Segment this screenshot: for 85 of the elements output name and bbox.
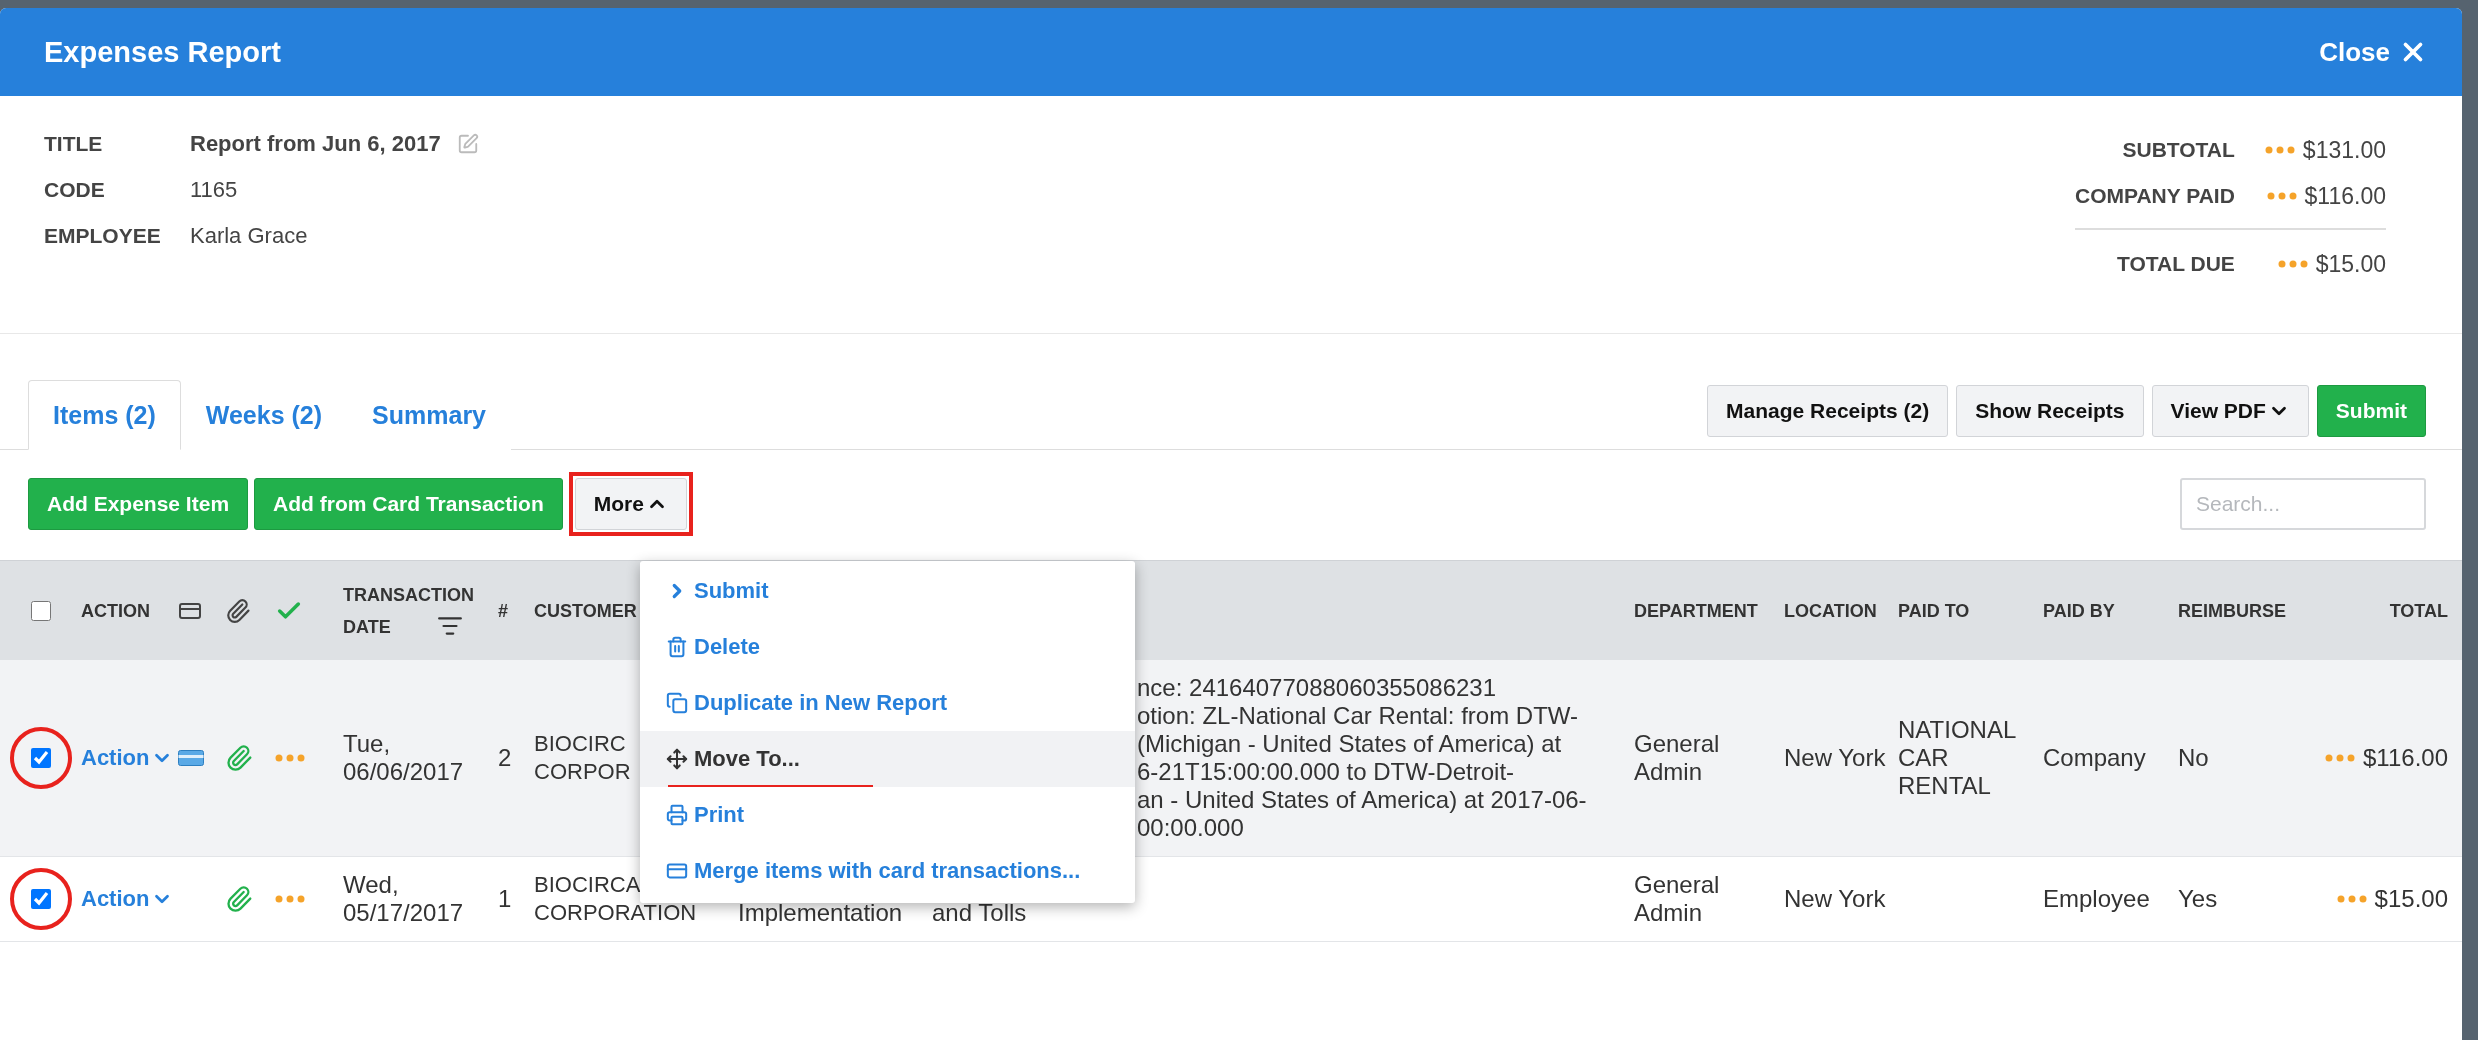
toolbar-button[interactable]: Submit bbox=[2316, 385, 2426, 437]
paperclip-icon bbox=[225, 597, 251, 624]
copy-icon[interactable] bbox=[666, 692, 688, 714]
table-cell: $15.00 bbox=[2374, 885, 2448, 913]
table-cell-text: Wed, 05/17/2017 bbox=[343, 871, 465, 927]
menu-item[interactable]: Submit bbox=[640, 563, 1135, 619]
column-header: # bbox=[498, 599, 509, 623]
printer-icon[interactable] bbox=[666, 804, 688, 826]
menu-item[interactable]: Delete bbox=[640, 619, 1135, 675]
search-field[interactable]: Search... bbox=[2180, 478, 2426, 530]
more-icon[interactable] bbox=[2277, 260, 2308, 268]
column-header: TOTAL bbox=[2388, 599, 2449, 623]
column-header: LOCATION bbox=[1784, 599, 1878, 623]
close-button[interactable]: Close bbox=[2315, 32, 2432, 72]
description-line: 6-21T15:00:00.000 to DTW-Detroit- bbox=[1137, 758, 1515, 786]
more-icon[interactable] bbox=[275, 895, 305, 903]
table-cell: CORPORATION bbox=[534, 899, 697, 927]
table-cell-text: Yes bbox=[2178, 885, 2219, 913]
action-dropdown[interactable]: Action bbox=[81, 745, 174, 771]
description-line: an - United States of America) at 2017-06- bbox=[1137, 786, 1587, 814]
tab[interactable]: Items (2) bbox=[28, 380, 181, 450]
menu-item[interactable]: Duplicate in New Report bbox=[640, 675, 1135, 731]
table-cell: CORPOR bbox=[534, 758, 631, 786]
table-cell-text: NATIONAL CAR RENTAL bbox=[1898, 716, 2017, 800]
toolbar-button[interactable]: View PDF bbox=[2151, 385, 2309, 437]
move-icon[interactable] bbox=[666, 748, 688, 770]
description-line: nce: 24164077088060355086231 bbox=[1137, 674, 1497, 702]
menu-item[interactable]: Print bbox=[640, 787, 1135, 843]
highlight-circle bbox=[9, 727, 72, 789]
table-cell-text: Implementation bbox=[738, 899, 904, 927]
column-header: CUSTOMER bbox=[534, 599, 638, 623]
highlight-circle bbox=[9, 868, 72, 930]
menu-item[interactable]: Move To... bbox=[640, 731, 1135, 787]
more-icon[interactable] bbox=[2264, 146, 2295, 154]
row-checkbox[interactable] bbox=[30, 889, 51, 909]
total-amount: $15.00 bbox=[2315, 250, 2386, 278]
table-cell-text: General Admin bbox=[1634, 730, 1721, 786]
detail-value: Karla Grace bbox=[190, 222, 308, 250]
total-label: SUBTOTAL bbox=[2121, 137, 2235, 163]
column-header[interactable]: TRANSACTION DATE bbox=[343, 578, 483, 643]
toolbar-button[interactable]: Show Receipts bbox=[1956, 385, 2144, 437]
column-header: ACTION bbox=[81, 599, 151, 623]
description-line: 00:00.000 bbox=[1137, 814, 1244, 842]
select-all-checkbox[interactable] bbox=[30, 600, 51, 621]
table-cell-text: Employee bbox=[2043, 885, 2151, 913]
description-line: and Tolls bbox=[932, 899, 1027, 927]
table-cell-text: 1 bbox=[498, 885, 513, 913]
table-cell: BIOCIRC bbox=[534, 730, 626, 758]
toolbar-button[interactable]: Manage Receipts (2) bbox=[1707, 385, 1949, 437]
description-line: (Michigan - United States of America) at bbox=[1137, 730, 1562, 758]
detail-value: Report from Jun 6, 2017 bbox=[190, 130, 441, 158]
table-cell-text: New York bbox=[1784, 885, 1887, 913]
table-cell-text: Company bbox=[2043, 744, 2147, 772]
total-amount: $131.00 bbox=[2302, 136, 2386, 164]
column-header: DEPARTMENT bbox=[1634, 599, 1759, 623]
table-cell: BIOCIRCA bbox=[534, 871, 641, 899]
menu-item[interactable]: Merge items with card transactions... bbox=[640, 843, 1135, 899]
table-cell-text: General Admin bbox=[1634, 871, 1721, 927]
more-icon[interactable] bbox=[2266, 192, 2297, 200]
table-cell-text: New York bbox=[1784, 744, 1887, 772]
action-dropdown[interactable]: Action bbox=[81, 886, 174, 912]
add-button[interactable]: Add from Card Transaction bbox=[254, 478, 563, 530]
column-header: PAID BY bbox=[2043, 599, 2116, 623]
total-amount: $116.00 bbox=[2304, 182, 2386, 210]
detail-label: CODE bbox=[44, 177, 106, 203]
row-checkbox[interactable] bbox=[30, 748, 51, 768]
paperclip-icon[interactable] bbox=[225, 744, 253, 772]
table-cell-text: Tue, 06/06/2017 bbox=[343, 730, 465, 786]
more-button[interactable]: More bbox=[574, 478, 687, 530]
table-cell-text: 2 bbox=[498, 744, 513, 772]
detail-label: EMPLOYEE bbox=[44, 223, 162, 249]
total-label: TOTAL DUE bbox=[2116, 251, 2235, 277]
trash-icon[interactable] bbox=[666, 636, 688, 658]
description-line: otion: ZL-National Car Rental: from DTW- bbox=[1137, 702, 1579, 730]
paperclip-icon[interactable] bbox=[225, 885, 253, 913]
add-button[interactable]: Add Expense Item bbox=[28, 478, 249, 530]
more-icon[interactable] bbox=[2336, 895, 2367, 903]
column-header: PAID TO bbox=[1898, 599, 1971, 623]
window-title: Expenses Report bbox=[44, 35, 281, 69]
total-label: COMPANY PAID bbox=[2075, 183, 2235, 209]
table-cell: $116.00 bbox=[2363, 744, 2448, 772]
detail-value: 1165 bbox=[190, 176, 238, 204]
detail-label: TITLE bbox=[44, 131, 104, 157]
column-header: REIMBURSE bbox=[2178, 599, 2287, 623]
table-cell-text: No bbox=[2178, 744, 2210, 772]
